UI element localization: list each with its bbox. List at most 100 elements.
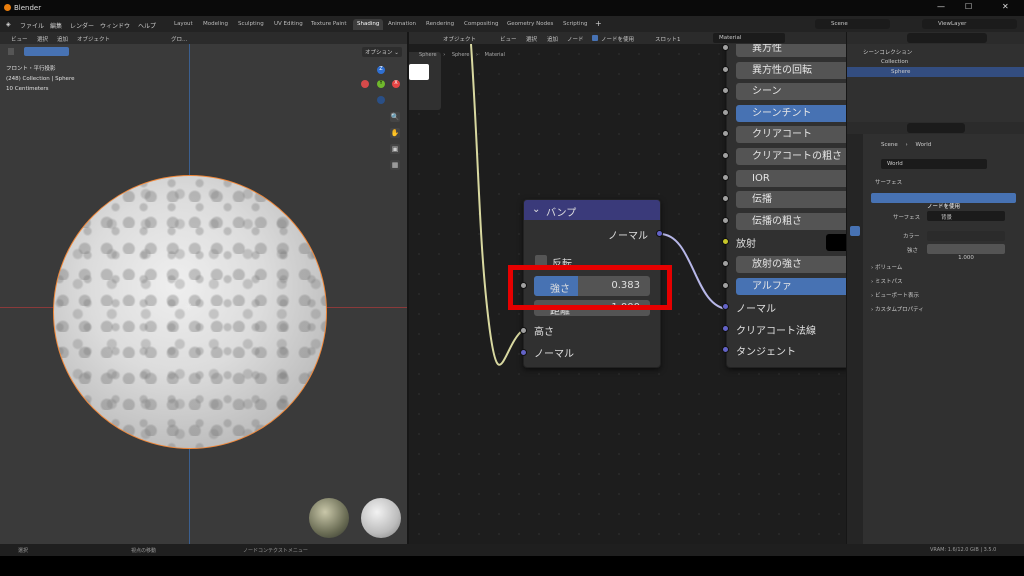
pan-hand-icon[interactable]: ✋ (390, 128, 400, 138)
bsdf-input-row[interactable]: 放射の強さ (722, 254, 846, 274)
gizmo-y-axis[interactable]: Y (377, 80, 385, 88)
bsdf-input-socket[interactable] (722, 44, 729, 51)
gizmo-z-axis[interactable]: Z (377, 66, 385, 74)
node-editor-canvas[interactable]: Sphere › Sphere › Material ⌄ バンプ ノーマル 反転… (409, 44, 846, 544)
menu-file[interactable]: ファイル (20, 21, 44, 30)
viewport-menu-add[interactable]: 追加 (57, 35, 68, 43)
bsdf-input-socket[interactable] (722, 324, 729, 332)
bsdf-input-row[interactable]: 伝播 (722, 189, 846, 209)
tab-shading[interactable]: Shading (353, 19, 384, 30)
panel-volume[interactable]: › ボリューム (871, 263, 1021, 271)
gizmo-neg-z[interactable] (377, 96, 385, 104)
surface-panel-header[interactable]: サーフェス (875, 178, 902, 186)
gizmo-neg-x[interactable] (361, 80, 369, 88)
bsdf-input-row[interactable]: 放射 (722, 232, 846, 252)
viewlayer-selector[interactable]: ViewLayer (922, 19, 1017, 29)
properties-search-input[interactable] (907, 123, 965, 133)
bsdf-input-row[interactable]: シーン (722, 81, 846, 101)
bsdf-input-socket[interactable] (722, 281, 729, 289)
tab-modeling[interactable]: Modeling (199, 19, 232, 30)
bsdf-input-row[interactable]: アルファ (722, 276, 846, 296)
height-input-socket[interactable] (520, 327, 527, 334)
color-field[interactable] (927, 231, 1005, 241)
menu-render[interactable]: レンダー (70, 21, 94, 30)
bsdf-input-field[interactable]: 異方性の回転 (736, 61, 846, 79)
bsdf-input-field[interactable]: IOR (736, 169, 846, 187)
transform-orientation[interactable]: グロ… (171, 35, 188, 43)
bsdf-input-row[interactable]: クリアコート法線 (722, 319, 846, 339)
tab-scripting[interactable]: Scripting (559, 19, 591, 30)
bsdf-input-row[interactable]: クリアコートの粗さ (722, 146, 846, 166)
panel-mist-pass[interactable]: › ミストパス (871, 277, 1021, 285)
camera-icon[interactable]: ▣ (390, 144, 400, 154)
object-type-dropdown[interactable]: オブジェクト (443, 35, 476, 43)
node-menu-view[interactable]: ビュー (500, 35, 517, 43)
tab-rendering[interactable]: Rendering (422, 19, 458, 30)
node-menu-add[interactable]: 追加 (547, 35, 558, 43)
close-button[interactable]: ✕ (1002, 2, 1009, 11)
outliner-row-sphere[interactable]: Sphere (847, 67, 1024, 77)
emission-color-swatch[interactable] (826, 234, 846, 252)
bsdf-input-socket[interactable] (722, 173, 729, 181)
ortho-grid-icon[interactable]: ▦ (390, 160, 400, 170)
menu-window[interactable]: ウィンドウ (100, 21, 130, 30)
bsdf-input-socket[interactable] (722, 108, 729, 116)
bsdf-input-field[interactable]: 伝播 (736, 191, 846, 209)
tab-geometry-nodes[interactable]: Geometry Nodes (503, 19, 557, 30)
outliner-search-input[interactable] (907, 33, 987, 43)
bsdf-input-row[interactable]: 伝播の粗さ (722, 211, 846, 231)
bsdf-input-socket[interactable] (722, 152, 729, 159)
viewport-options[interactable]: オプション ⌄ (362, 47, 402, 57)
slot-selector[interactable]: スロット1 (655, 35, 681, 43)
bsdf-input-field[interactable]: クリアコート (736, 126, 846, 144)
world-selector[interactable]: World (881, 159, 987, 169)
navigation-gizmo[interactable]: Z Y X (358, 60, 402, 120)
menu-edit[interactable]: 編集 (50, 21, 62, 30)
use-nodes-checkbox[interactable] (592, 35, 598, 41)
tab-layout[interactable]: Layout (170, 19, 197, 30)
normal-input-socket[interactable] (520, 349, 527, 356)
tab-animation[interactable]: Animation (384, 19, 420, 30)
toolbar-toggle-icon[interactable] (8, 48, 14, 55)
outliner-collection[interactable]: Collection (881, 59, 908, 65)
bsdf-input-field[interactable]: 異方性 (736, 44, 846, 57)
bsdf-input-field[interactable]: 放射の強さ (736, 256, 846, 273)
bsdf-input-row[interactable]: クリアコート (722, 124, 846, 144)
bsdf-input-row[interactable]: ノーマル (722, 297, 846, 317)
bsdf-input-row[interactable]: 異方性 (722, 44, 846, 58)
world-strength-field[interactable]: 1.000 (927, 244, 1005, 261)
tab-uv-editing[interactable]: UV Editing (270, 19, 307, 30)
viewport-menu-view[interactable]: ビュー (11, 35, 28, 43)
bsdf-input-row[interactable]: IOR (722, 168, 846, 188)
scene-selector[interactable]: Scene (815, 19, 890, 29)
bsdf-input-field[interactable]: アルファ (736, 277, 846, 295)
gizmo-x-axis[interactable]: X (392, 80, 400, 88)
bsdf-input-socket[interactable] (722, 303, 729, 311)
3d-viewport[interactable]: オプション ⌄ フロント・平行投影 (248) Collection | Sph… (0, 44, 407, 544)
bump-normal-output-socket[interactable] (656, 230, 663, 237)
bsdf-input-socket[interactable] (722, 260, 729, 267)
panel-viewport-display[interactable]: › ビューポート表示 (871, 291, 1021, 299)
bsdf-input-socket[interactable] (722, 65, 729, 73)
add-workspace-button[interactable]: + (595, 19, 602, 28)
tab-texture-paint[interactable]: Texture Paint (307, 19, 351, 30)
bsdf-input-row[interactable]: 異方性の回転 (722, 60, 846, 80)
bsdf-input-socket[interactable] (722, 216, 729, 224)
tab-compositing[interactable]: Compositing (460, 19, 502, 30)
bsdf-input-socket[interactable] (722, 87, 729, 95)
node-menu-node[interactable]: ノード (567, 35, 584, 43)
bsdf-input-socket[interactable] (722, 238, 729, 246)
bsdf-input-field[interactable]: 伝播の粗さ (736, 212, 846, 230)
bsdf-input-field[interactable]: シーン (736, 83, 846, 101)
bsdf-input-socket[interactable] (722, 130, 729, 138)
tab-sculpting[interactable]: Sculpting (234, 19, 268, 30)
surface-shader-field[interactable]: 背景 (927, 211, 1005, 221)
select-mode-buttons[interactable] (24, 47, 69, 56)
minimize-button[interactable]: — (937, 2, 945, 11)
maximize-button[interactable]: ☐ (965, 2, 972, 11)
use-nodes-button[interactable]: ノードを使用 (871, 193, 1016, 210)
panel-custom-props[interactable]: › カスタムプロパティ (871, 305, 1021, 313)
bsdf-input-row[interactable]: シーンチント (722, 103, 846, 123)
bsdf-input-row[interactable]: タンジェント (722, 340, 846, 360)
menu-help[interactable]: ヘルプ (138, 21, 156, 30)
